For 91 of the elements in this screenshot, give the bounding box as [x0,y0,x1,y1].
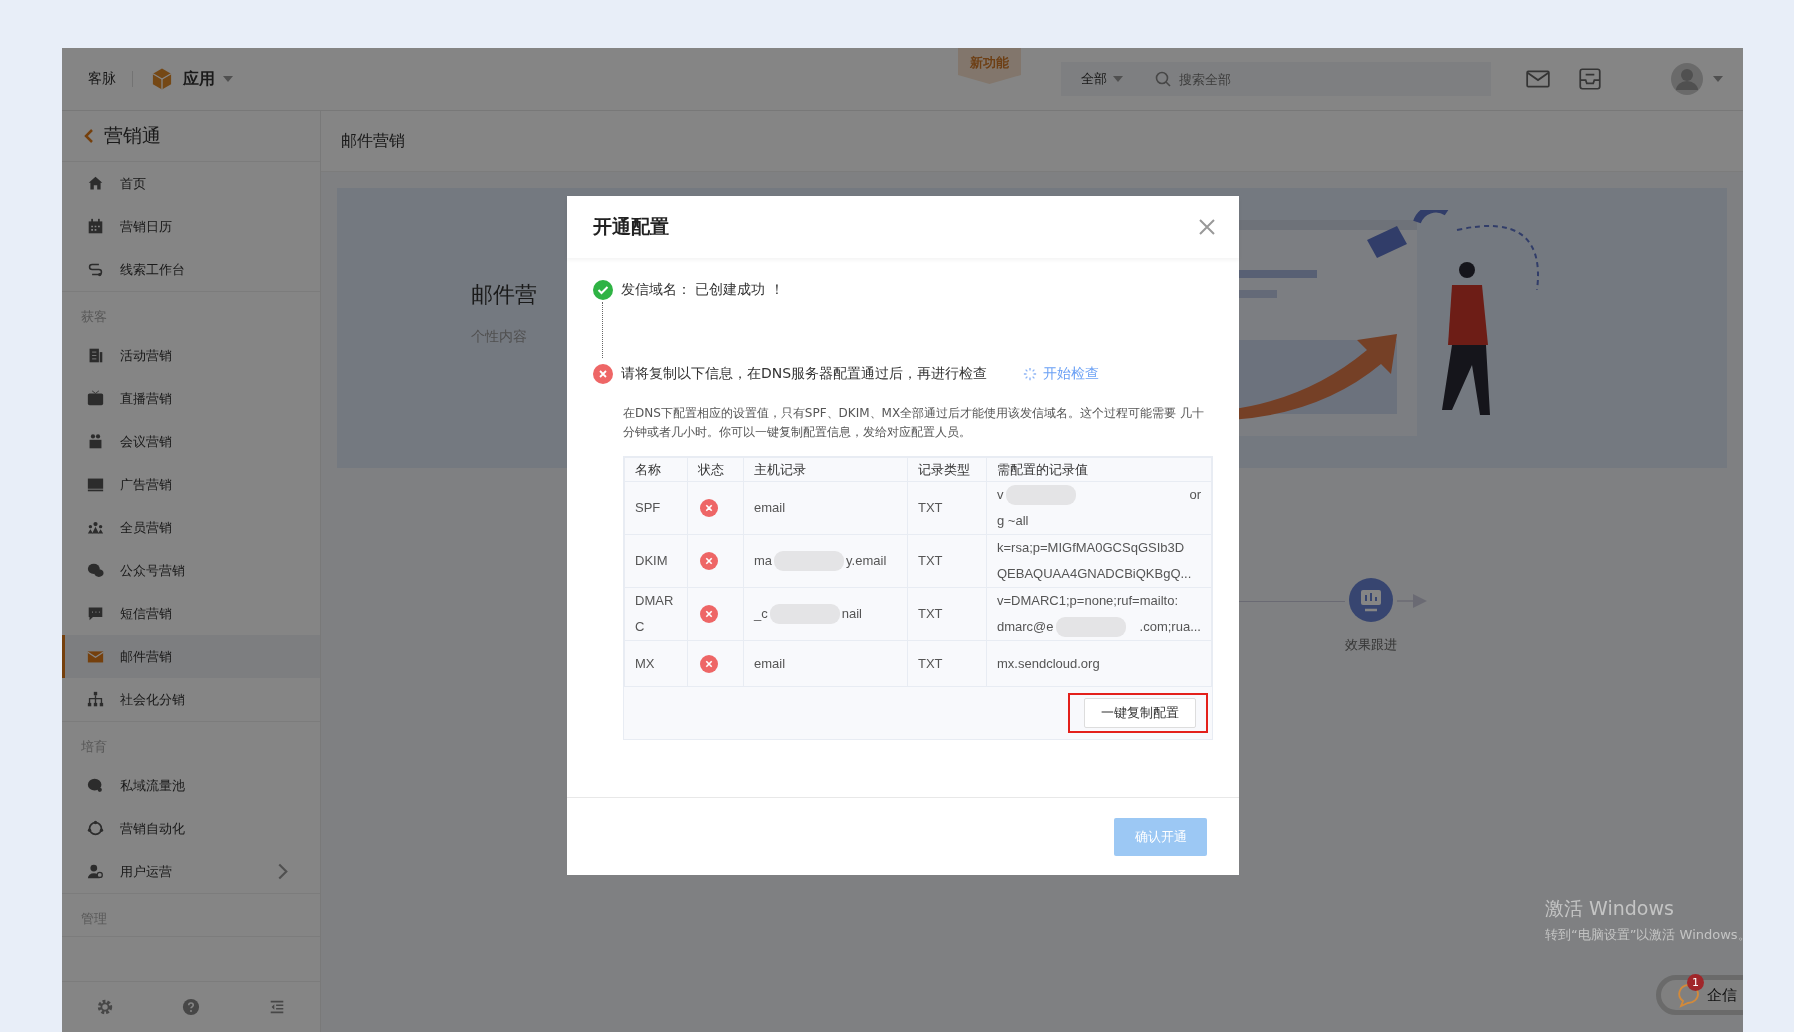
inbox-icon[interactable] [1577,66,1603,92]
cell-text: y.email [846,552,887,570]
home-icon [87,175,104,192]
table-cell: TXT [907,534,987,588]
back-icon[interactable] [84,128,94,144]
nav-item[interactable]: 会议营销 [62,420,320,463]
cell-text: email [754,654,787,673]
nav-item[interactable]: 直播营销 [62,377,320,420]
nav-item[interactable]: 线索工作台 [62,248,320,291]
calendar-icon [87,218,104,235]
avatar-icon[interactable] [1671,63,1703,95]
table-cell: MX [624,640,688,687]
loading-icon [1023,367,1038,381]
collapse-icon[interactable] [268,998,286,1016]
nav-item[interactable]: 首页 [62,162,320,205]
column-header: 需配置的记录值 [986,457,1212,482]
app-menu[interactable]: 应用 [149,66,233,92]
route-icon [87,261,104,278]
meeting-icon [87,433,104,450]
cell-text: .com;rua... [1139,618,1201,636]
nav-item[interactable]: 全员营销 [62,506,320,549]
caret-icon [223,76,233,82]
chat-bubbles-icon [87,562,104,579]
search-box[interactable]: 搜索全部 [1143,62,1491,96]
team-icon [87,519,104,536]
document-icon [87,347,104,364]
count-badge: 1 [1687,974,1704,991]
scope-dropdown[interactable]: 全部 [1061,62,1143,96]
step-text: 发信域名： 已创建成功 ！ [621,281,784,299]
nav-item[interactable]: 活动营销 [62,334,320,377]
table-cell: TXT [907,640,987,687]
nav-item[interactable]: 公众号营销 [62,549,320,592]
chat-icon [87,777,104,794]
help-icon[interactable] [182,998,200,1016]
user-icon [87,863,104,880]
table-cell: TXT [907,481,987,535]
close-button[interactable] [1197,217,1217,237]
message-icon [87,605,104,622]
step-text: 请将复制以下信息，在DNS服务器配置通过后，再进行检查 [621,365,988,383]
nav-item[interactable]: 短信营销 [62,592,320,635]
cycle-icon [87,820,104,837]
cell-text: ma [754,552,773,570]
cell-text: v=DMARC1;p=none;ruf=mailto: [997,592,1179,610]
column-header: 名称 [624,457,688,482]
monitor-icon [1349,578,1393,622]
activation-text: 转到“电脑设置”以激活 Windows。 [1545,926,1743,944]
copy-config-button[interactable]: 一键复制配置 [1084,698,1196,728]
activation-title: 激活 Windows [1545,896,1675,921]
settings-icon[interactable] [96,998,114,1016]
nav-item[interactable]: 社会化分销 [62,678,320,721]
nav-item[interactable]: 营销日历 [62,205,320,248]
cell-text: dmarc@e [997,618,1054,636]
tv-icon [87,390,104,407]
nav-item[interactable]: 营销自动化 [62,807,320,850]
cell-text: _c [754,605,768,623]
nav-item[interactable]: 用户运营 [62,850,320,893]
cell-text: QEBAQUAA4GNADCBiQKBgQ... [997,565,1193,583]
table-cell: DMARC [624,587,688,641]
nav-item[interactable]: 私域流量池 [62,764,320,807]
column-header: 记录类型 [907,457,987,482]
table-cell: DKIM [624,534,688,588]
brand-label: 客脉 [88,70,116,88]
column-header: 主机记录 [743,457,908,482]
column-header: 状态 [687,457,744,482]
banner-title: 邮件营 [471,281,537,309]
cell-text: mx.sendcloud.org [997,654,1101,673]
ad-board-icon [87,476,104,493]
instruction-text: 在DNS下配置相应的设置值，只有SPF、DKIM、MX全部通过后才能使用该发信域名。这个过程可能需要 几十分钟或者几小时。你可以一键复制配置信息，发给对应配置人员。 [623,405,1205,441]
sidebar-title: 营销通 [104,123,161,148]
caret-icon [1113,76,1123,82]
cell-text: or [1189,486,1201,504]
chat-button[interactable]: 1 企信 [1656,975,1743,1015]
caret-icon[interactable] [1713,76,1723,82]
nav-item[interactable]: 广告营销 [62,463,320,506]
step-label: 效果跟进 [1345,636,1397,654]
cell-text: nail [841,605,862,623]
cell-text: g ~all [997,512,1030,530]
cell-text: k=rsa;p=MIGfMA0GCSqGSIb3D [997,539,1186,557]
table-cell: TXT [907,587,987,641]
cell-text: v [997,486,1004,504]
search-icon [1155,71,1171,87]
nav-item[interactable]: 邮件营销 [62,635,320,678]
page-title: 邮件营销 [321,111,1743,172]
cell-text: email [754,499,787,517]
dialog-title: 开通配置 [593,214,669,239]
envelope-icon [87,648,104,665]
search-field[interactable]: 搜索全部 [1179,71,1479,87]
hierarchy-icon [87,691,104,708]
close-icon [1197,217,1217,237]
start-check-link[interactable]: 开始检查 [1023,365,1100,383]
table-cell: SPF [624,481,688,535]
